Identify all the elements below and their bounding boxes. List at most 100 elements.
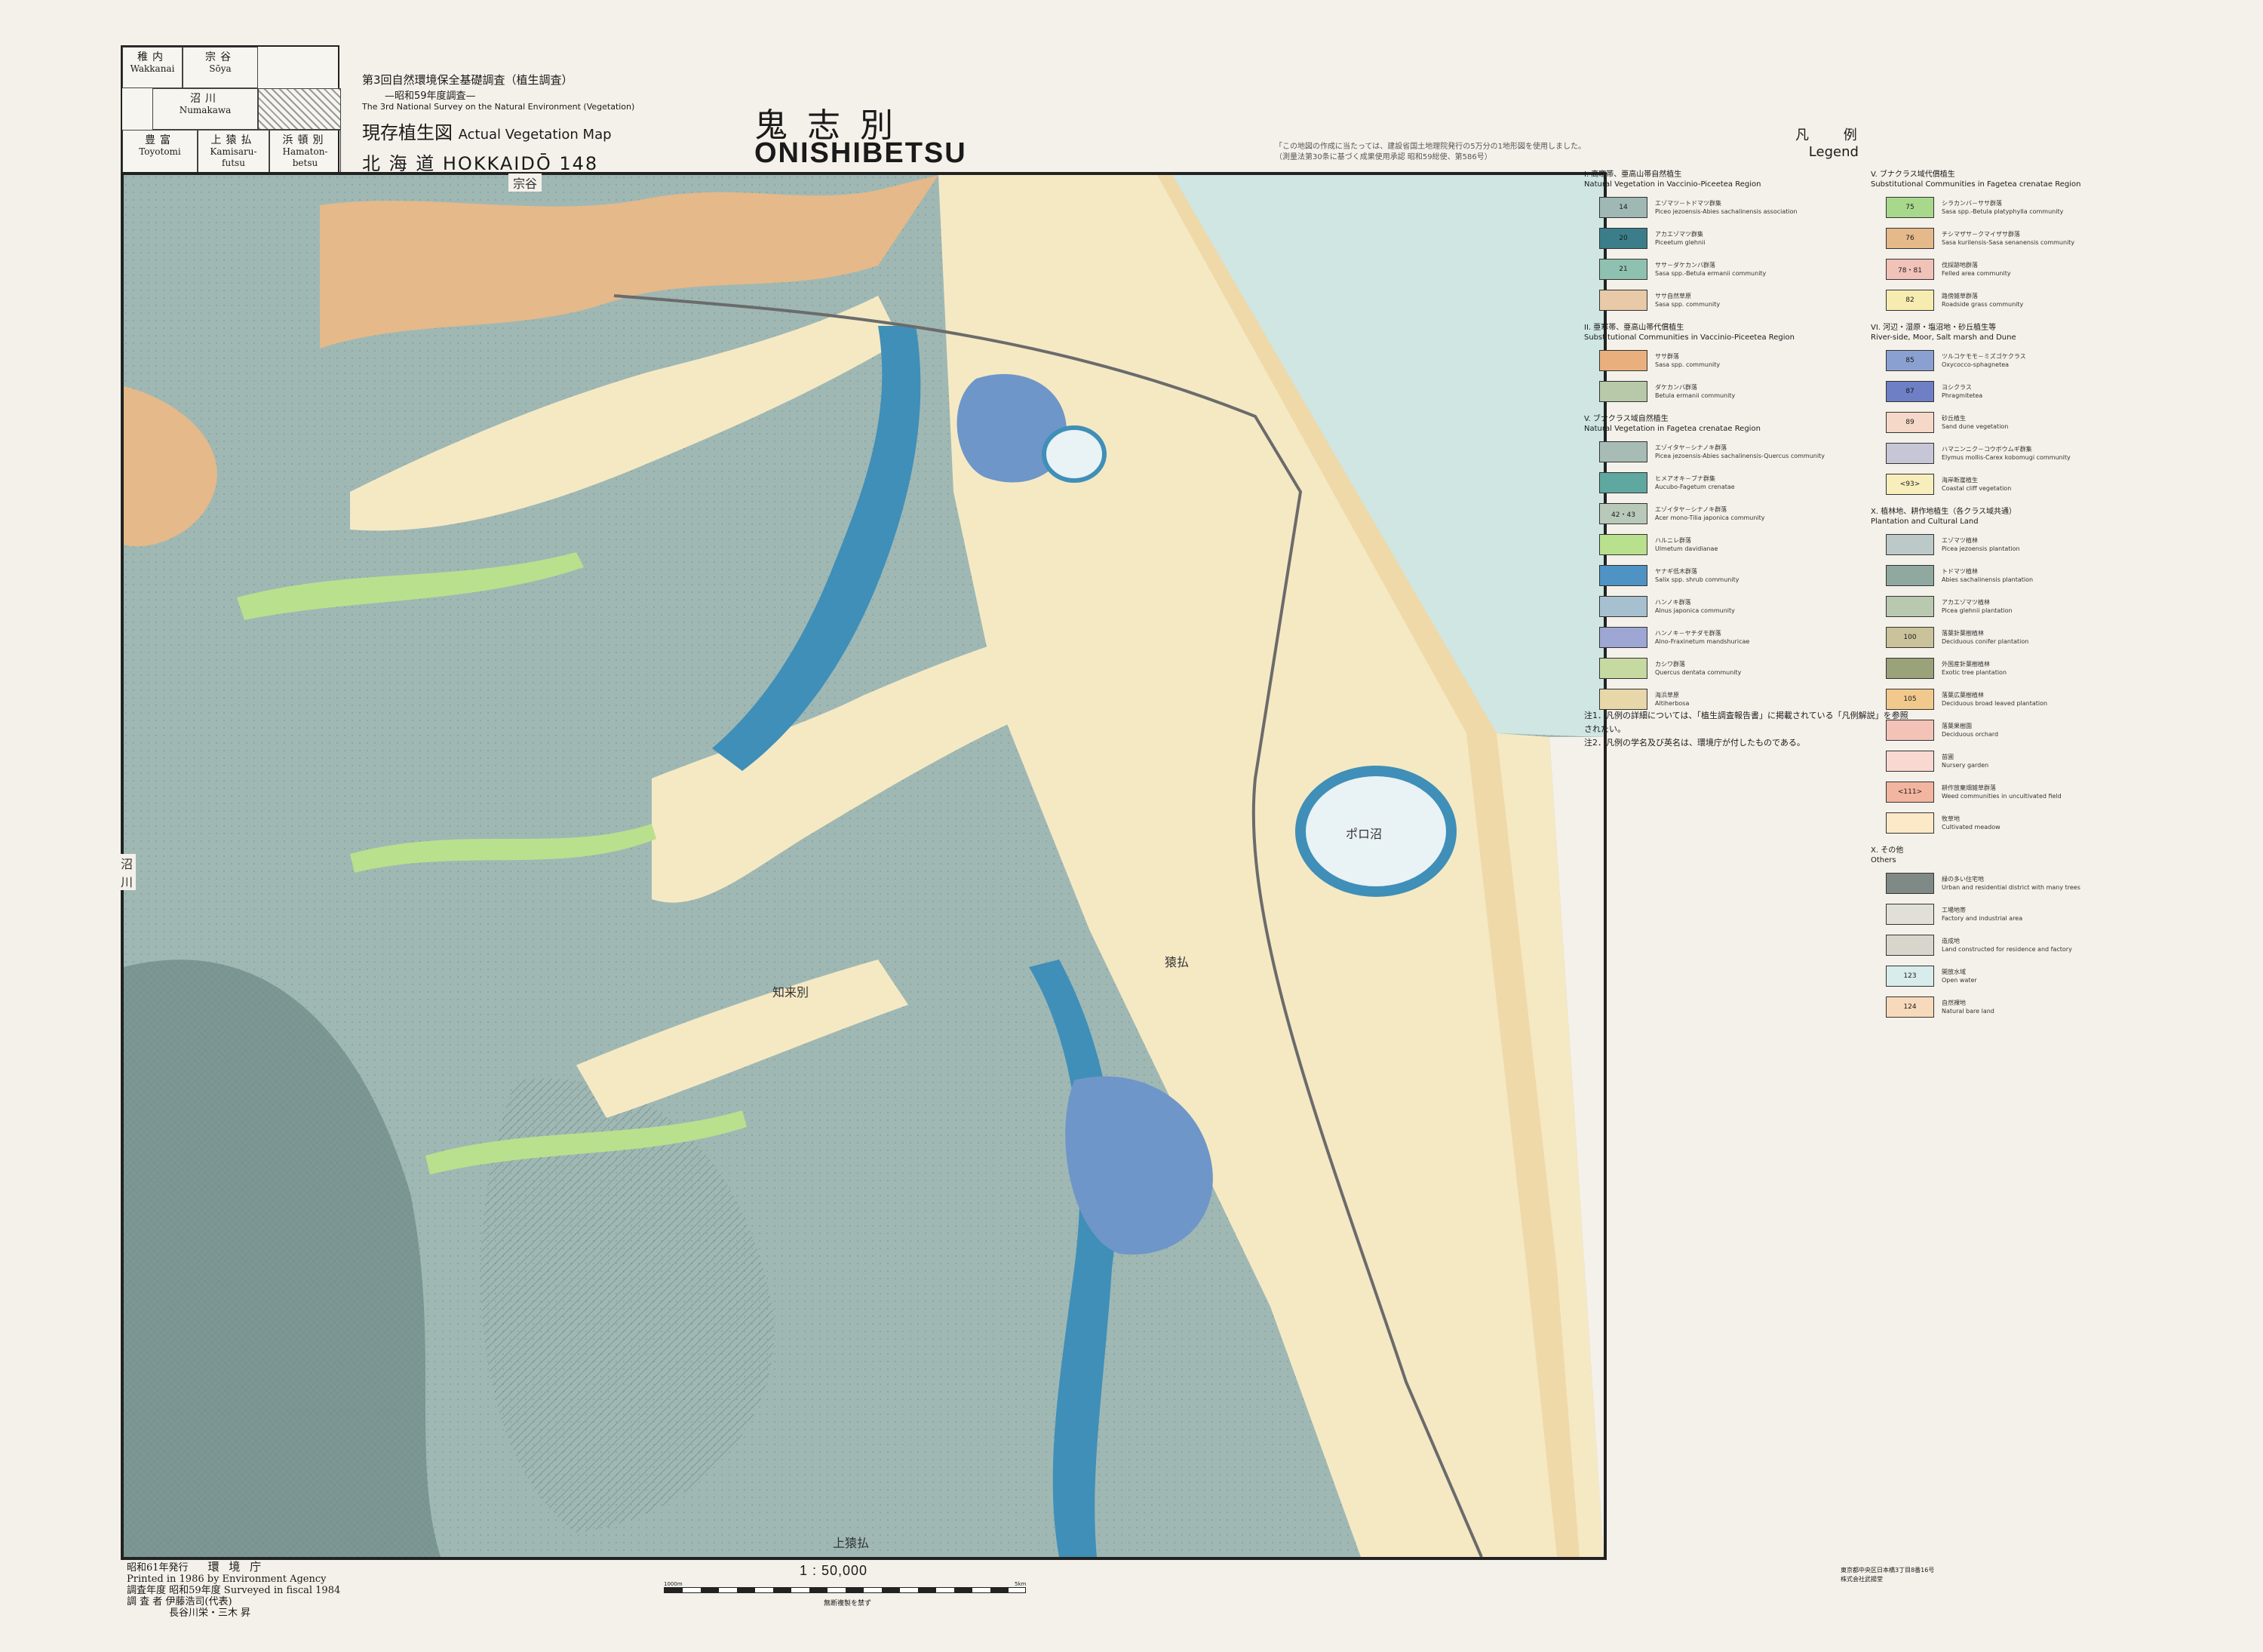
legend-swatch [1599,565,1647,586]
index-cell-soya: 宗谷 Sōya [183,47,258,88]
legend-swatch: 78・81 [1886,259,1934,280]
legend-item: 14 エゾマツ－トドマツ群集 Piceo jezoensis-Abies sacha… [1584,195,1829,220]
legend-item: 外国産針葉樹植林 Exotic tree plantation [1871,656,2115,680]
legend-swatch [1599,441,1647,462]
map-kind: 現存植生図 Actual Vegetation Map [362,122,612,143]
index-cell-toyotomi: 豊富 Toyotomi [122,130,198,177]
legend-item: ヤナギ低木群落 Salix spp. shrub community [1584,563,1829,588]
legend-item: 工場地帯 Factory and industrial area [1871,902,2115,926]
map-label-top: 宗谷 [508,173,542,192]
index-cell-hamatonbetsu: 浜頓別 Hamaton-betsu [269,130,341,177]
legend-item: ハンノキ群落 Alnus japonica community [1584,594,1829,619]
legend-swatch: 14 [1599,197,1647,218]
legend-item: 海浜草原 Altiherbosa [1584,687,1829,711]
legend-swatch [1886,534,1934,555]
legend-section-4: V. ブナクラス域代償植生 Substitutional Communities … [1871,170,2115,312]
legend-swatch [1599,350,1647,371]
copyright-note: 無断複製を禁ず [824,1600,872,1607]
legend-item: <111> 耕作放棄畑雑草群落 Weed communities in uncult… [1871,780,2115,804]
legend-item: 123 開放水域 Open water [1871,964,2115,988]
legend-swatch: 89 [1886,412,1934,433]
survey-year: —昭和59年度調査— [385,91,476,102]
legend-section-2: II. 亜寒帯、亜高山帯代償植生 Substitutional Communiti… [1584,323,1829,404]
map-label-lake: ポロ沼 [1346,827,1383,841]
legend-item: 21 ササ－ダケカンバ群落 Sasa spp.-Betula ermanii com… [1584,257,1829,281]
survey-info: 第3回自然環境保全基礎調査（植生調査） —昭和59年度調査— The 3rd N… [362,72,634,175]
legend-item: エゾイタヤ－シナノキ群落 Picea jezoensis-Abies sachal… [1584,440,1829,464]
legend-item: ササ自然草原 Sasa spp. community [1584,288,1829,312]
map-canvas[interactable] [124,175,1604,1557]
legend-swatch [1599,596,1647,617]
legend-swatch [1886,812,1934,834]
legend-swatch [1599,534,1647,555]
index-cell-current [258,88,341,130]
legend-swatch [1599,689,1647,710]
legend-swatch [1599,381,1647,402]
legend-swatch: 82 [1886,290,1934,311]
legend-item: ササ群落 Sasa spp. community [1584,349,1829,373]
legend-swatch: 85 [1886,350,1934,371]
map-label-chiraibetsu: 知来別 [772,985,809,999]
map-label-sarufutsu: 猿払 [1165,955,1190,969]
survey-title-jp: 第3回自然環境保全基礎調査（植生調査） [362,73,573,87]
publication-info: 昭和61年発行 環 境 庁 Printed in 1986 by Environ… [127,1560,341,1620]
legend-item: 89 砂丘植生 Sand dune vegetation [1871,410,2115,434]
map-scale: 1 : 50,000 [800,1563,868,1578]
legend-swatch [1599,472,1647,493]
legend-swatch: 100 [1886,627,1934,648]
legend-item: 42・43 エゾイタヤ－シナノキ群落 Acer mono-Tilia japonic… [1584,502,1829,526]
legend-swatch: 76 [1886,228,1934,249]
index-cell-numakawa: 沼川 Numakawa [152,88,258,130]
legend-item: 87 ヨシクラス Phragmitetea [1871,379,2115,404]
legend-item: エゾマツ植林 Picea jezoensis plantation [1871,533,2115,557]
legend-swatch [1886,935,1934,956]
legend-item: 20 アカエゾマツ群集 Piceetum glehnii [1584,226,1829,250]
legend-item: 82 路傍雑草群落 Roadside grass community [1871,288,2115,312]
lake-small [1042,425,1107,483]
legend-swatch: 21 [1599,259,1647,280]
legend-swatch [1886,904,1934,925]
legend-item: 105 落葉広葉樹植林 Deciduous broad leaved plantat… [1871,687,2115,711]
legend-swatch: 42・43 [1599,503,1647,524]
legend-swatch [1599,627,1647,648]
legend-item: 100 落葉針葉樹植林 Deciduous conifer plantation [1871,625,2115,649]
legend-swatch [1886,565,1934,586]
index-map: 稚内 Wakkanai 宗谷 Sōya 沼川 Numakawa 豊富 Toyotomi … [121,45,341,177]
legend-swatch: 105 [1886,689,1934,710]
legend-column-2: V. ブナクラス域代償植生 Substitutional Communities … [1871,170,2115,1030]
legend-item: アカエゾマツ植林 Picea glehnii plantation [1871,594,2115,619]
legend-item: 78・81 伐採跡地群落 Felled area community [1871,257,2115,281]
map-label-bottom: 上猿払 [833,1536,870,1550]
legend-swatch [1886,751,1934,772]
scale-bar [664,1587,1026,1593]
legend-section-7: X. その他 Others 緑の多い住宅地 Urban and residentia… [1871,846,2115,1019]
legend-notes: 注1．凡例の詳細については、「植生調査報告書」に掲載されている「凡例解説」を参照… [1584,711,1908,748]
legend-section-6: X. 植林地、耕作地植生（各クラス域共通） Plantation and Cult… [1871,507,2115,835]
legend-item: 緑の多い住宅地 Urban and residential district wi… [1871,871,2115,895]
legend-column-1: I. 高寒帯、亜高山帯自然植生 Natural Vegetation in Vac… [1584,170,1829,722]
legend-item: 75 シラカンバ－ササ群落 Sasa spp.-Betula platyphylla… [1871,195,2115,220]
map-title-en: ONISHIBETSU [754,137,967,169]
legend-swatch: 75 [1886,197,1934,218]
printer-info: 東京都中央区日本橋3丁目8番16号 株式会社武揚堂 [1841,1567,1935,1583]
legend-item: <93> 海岸断崖植生 Coastal cliff vegetation [1871,472,2115,496]
index-cell-kamisarufutsu: 上猿払 Kamisaru-futsu [198,130,269,177]
legend-swatch: <93> [1886,474,1934,495]
legend-item: 苗圃 Nursery garden [1871,749,2115,773]
legend-item: 124 自然裸地 Natural bare land [1871,995,2115,1019]
legend-item: 76 チシマザサ－クマイザサ群落 Sasa kurilensis-Sasa sena… [1871,226,2115,250]
legend-item: 牧草地 Cultivated meadow [1871,811,2115,835]
legend-swatch: 87 [1886,381,1934,402]
legend-item: 造成地 Land constructed for residence and fa… [1871,933,2115,957]
survey-title-en: The 3rd National Survey on the Natural E… [362,102,635,112]
legend-item: カシワ群落 Quercus dentata community [1584,656,1829,680]
vegetation-map[interactable]: 宗谷 上猿払 沼川 ポロ沼 猿払 知来別 [121,172,1607,1560]
legend-item: ハルニレ群落 Ulmetum davidianae [1584,533,1829,557]
region-line: 北 海 道 HOKKAIDŌ 148 [362,153,599,174]
legend-item: ヒメアオキ－ブナ群集 Aucubo-Fagetum crenatae [1584,471,1829,495]
legend-swatch: 123 [1886,966,1934,987]
legend-swatch: <111> [1886,781,1934,803]
legend-heading: 凡 例 Legend [1795,127,1872,160]
legend-item: トドマツ植林 Abies sachalinensis plantation [1871,563,2115,588]
legend-section-1: I. 高寒帯、亜高山帯自然植生 Natural Vegetation in Vac… [1584,170,1829,312]
